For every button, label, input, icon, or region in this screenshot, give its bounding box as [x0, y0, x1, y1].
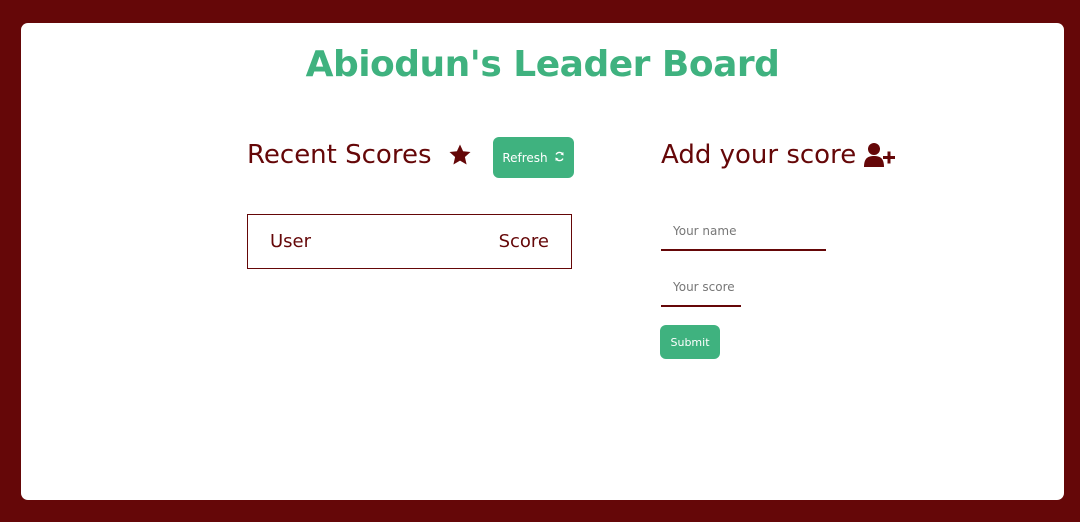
- name-input[interactable]: [661, 213, 826, 251]
- submit-button[interactable]: Submit: [660, 325, 720, 359]
- page-title: Abiodun's Leader Board: [305, 44, 780, 85]
- scores-table-header: User Score: [247, 214, 572, 269]
- column-header-user: User: [270, 231, 312, 252]
- recent-scores-heading-text: Recent Scores: [247, 140, 432, 170]
- refresh-icon: [554, 151, 565, 165]
- column-header-score: Score: [498, 231, 549, 252]
- add-score-heading-text: Add your score: [661, 140, 857, 170]
- add-score-heading: Add your score: [661, 140, 896, 170]
- user-plus-icon: [864, 142, 896, 168]
- refresh-button[interactable]: Refresh: [493, 137, 574, 178]
- star-icon: [448, 143, 472, 167]
- refresh-button-label: Refresh: [502, 150, 548, 165]
- score-input[interactable]: [661, 269, 741, 307]
- recent-scores-heading: Recent Scores: [247, 140, 472, 170]
